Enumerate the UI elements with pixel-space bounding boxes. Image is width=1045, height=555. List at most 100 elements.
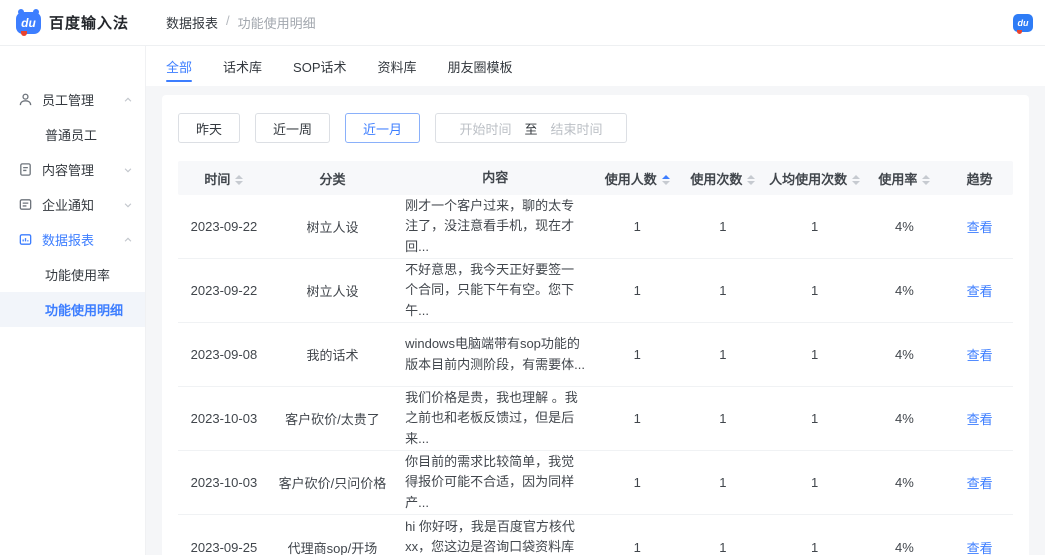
sidebar-item-label: 数据报表 (42, 230, 94, 249)
filter-last-week-button[interactable]: 近一周 (255, 113, 330, 143)
column-header-time[interactable]: 时间 (178, 169, 270, 188)
sidebar-item-label: 内容管理 (42, 160, 94, 179)
tab-moments-template[interactable]: 朋友圈模板 (448, 46, 513, 86)
cell-users: 1 (595, 475, 679, 490)
cell-avg: 1 (767, 283, 863, 298)
app-title: 百度输入法 (49, 12, 129, 33)
report-icon (18, 232, 33, 247)
cell-category: 我的话术 (270, 345, 395, 364)
sidebar-item-feature-usage-rate[interactable]: 功能使用率 (0, 257, 145, 292)
sort-icon[interactable] (235, 175, 243, 185)
corner-app-icon[interactable]: du (1013, 14, 1033, 32)
chevron-up-icon (123, 235, 133, 245)
sidebar-item-feature-usage-detail[interactable]: 功能使用明细 (0, 292, 145, 327)
view-link[interactable]: 查看 (967, 284, 993, 299)
cell-times: 1 (679, 540, 767, 555)
logo-text: du (21, 16, 36, 30)
table-row: 2023-09-22 树立人设 不好意思，我今天正好要签一个合同，只能下午有空。… (178, 259, 1013, 323)
sidebar: 员工管理 普通员工 内容管理 企业通知 (0, 46, 146, 555)
cell-rate: 4% (863, 411, 947, 426)
logo-tongue-shape (21, 31, 27, 36)
column-header-avg-usage[interactable]: 人均使用次数 (767, 169, 863, 188)
sidebar-item-label: 企业通知 (42, 195, 94, 214)
tab-script-library[interactable]: 话术库 (223, 46, 262, 86)
cell-times: 1 (679, 347, 767, 362)
sidebar-item-normal-employee[interactable]: 普通员工 (0, 117, 145, 152)
chevron-down-icon (123, 200, 133, 210)
view-link[interactable]: 查看 (967, 348, 993, 363)
view-link[interactable]: 查看 (967, 541, 993, 555)
column-header-category: 分类 (270, 169, 395, 188)
cell-date: 2023-09-08 (178, 347, 270, 362)
sidebar-item-employee-management[interactable]: 员工管理 (0, 82, 145, 117)
tab-bar: 全部 话术库 SOP话术 资料库 朋友圈模板 (146, 46, 1045, 86)
cell-users: 1 (595, 540, 679, 555)
cell-times: 1 (679, 283, 767, 298)
cell-users: 1 (595, 347, 679, 362)
column-header-trend: 趋势 (946, 169, 1013, 188)
sidebar-item-content-management[interactable]: 内容管理 (0, 152, 145, 187)
cell-content: 我们价格是贵，我也理解 。我之前也和老板反馈过，但是后来... (395, 388, 595, 448)
sort-icon[interactable] (747, 175, 755, 185)
column-header-content: 内容 (395, 168, 595, 188)
sidebar-item-label: 功能使用率 (45, 265, 110, 284)
corner-logo-tongue-shape (1017, 30, 1022, 34)
breadcrumb-current: 功能使用明细 (238, 13, 316, 32)
cell-date: 2023-09-22 (178, 219, 270, 234)
cell-times: 1 (679, 411, 767, 426)
cell-date: 2023-10-03 (178, 475, 270, 490)
column-header-usage-count[interactable]: 使用次数 (679, 169, 767, 188)
cell-date: 2023-09-22 (178, 283, 270, 298)
cell-date: 2023-09-25 (178, 540, 270, 555)
column-header-users[interactable]: 使用人数 (595, 169, 679, 188)
cell-content: 不好意思，我今天正好要签一个合同，只能下午有空。您下午... (395, 260, 595, 320)
user-icon (18, 92, 33, 107)
content-icon (18, 162, 33, 177)
view-link[interactable]: 查看 (967, 476, 993, 491)
content-card: 昨天 近一周 近一月 开始时间 至 结束时间 时间 分类 内容 使用人数 (162, 95, 1029, 555)
table-header-row: 时间 分类 内容 使用人数 使用次数 人均使用次数 使用率 趋势 (178, 161, 1013, 195)
sort-icon-active[interactable] (662, 175, 670, 185)
view-link[interactable]: 查看 (967, 220, 993, 235)
cell-rate: 4% (863, 475, 947, 490)
tab-material-library[interactable]: 资料库 (378, 46, 417, 86)
cell-date: 2023-10-03 (178, 411, 270, 426)
sidebar-item-enterprise-notice[interactable]: 企业通知 (0, 187, 145, 222)
table-row: 2023-09-25 代理商sop/开场 hi 你好呀，我是百度官方核代xx，您… (178, 515, 1013, 555)
chevron-down-icon (123, 165, 133, 175)
filter-last-month-button[interactable]: 近一月 (345, 113, 420, 143)
sort-icon[interactable] (852, 175, 860, 185)
cell-times: 1 (679, 475, 767, 490)
cell-rate: 4% (863, 540, 947, 555)
tab-sop-script[interactable]: SOP话术 (293, 46, 346, 86)
top-bar: du 百度输入法 数据报表 / 功能使用明细 du (0, 0, 1045, 46)
cell-content: hi 你好呀，我是百度官方核代xx，您这边是咨询口袋资料库这... (395, 517, 595, 555)
breadcrumb: 数据报表 / 功能使用明细 (166, 13, 316, 32)
sidebar-item-label: 员工管理 (42, 90, 94, 109)
cell-avg: 1 (767, 219, 863, 234)
cell-avg: 1 (767, 347, 863, 362)
table-row: 2023-09-22 树立人设 刚才一个客户过来，聊的太专注了，没注意看手机，现… (178, 195, 1013, 259)
app-logo: du 百度输入法 (0, 12, 146, 34)
tab-all[interactable]: 全部 (166, 46, 192, 86)
sidebar-item-label: 普通员工 (45, 125, 97, 144)
cell-category: 树立人设 (270, 217, 395, 236)
cell-rate: 4% (863, 347, 947, 362)
view-link[interactable]: 查看 (967, 412, 993, 427)
end-date-placeholder[interactable]: 结束时间 (551, 119, 603, 138)
sort-icon[interactable] (922, 175, 930, 185)
date-range-picker[interactable]: 开始时间 至 结束时间 (435, 113, 627, 143)
column-header-usage-rate[interactable]: 使用率 (863, 169, 947, 188)
start-date-placeholder[interactable]: 开始时间 (460, 119, 512, 138)
notice-icon (18, 197, 33, 212)
breadcrumb-parent[interactable]: 数据报表 (166, 13, 218, 32)
table-row: 2023-10-03 客户砍价/只问价格 你目前的需求比较简单，我觉得报价可能不… (178, 451, 1013, 515)
cell-category: 代理商sop/开场 (270, 538, 395, 555)
cell-category: 客户砍价/只问价格 (270, 473, 395, 492)
chevron-up-icon (123, 95, 133, 105)
table-row: 2023-09-08 我的话术 windows电脑端带有sop功能的版本目前内测… (178, 323, 1013, 387)
filter-yesterday-button[interactable]: 昨天 (178, 113, 240, 143)
cell-users: 1 (595, 219, 679, 234)
sidebar-item-data-report[interactable]: 数据报表 (0, 222, 145, 257)
cell-times: 1 (679, 219, 767, 234)
